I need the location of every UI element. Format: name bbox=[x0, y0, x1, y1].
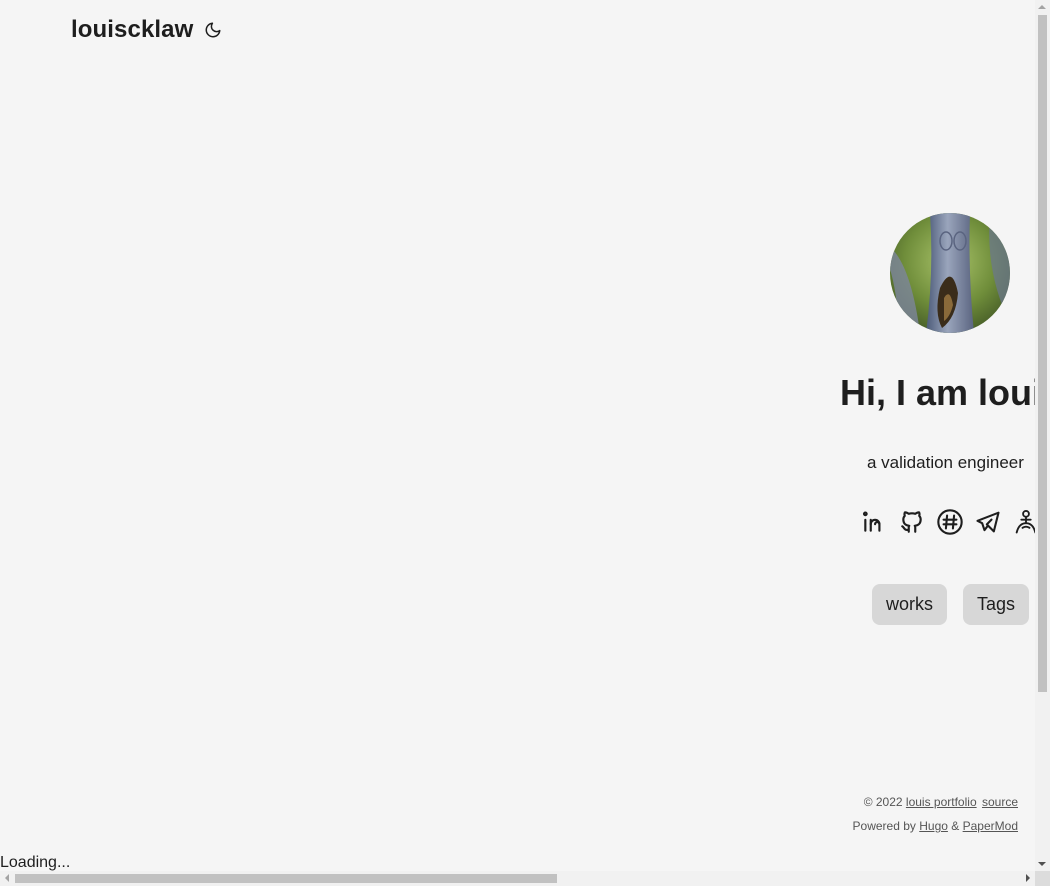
powered-by-text: Powered by bbox=[852, 819, 916, 833]
scrollbar-corner bbox=[1035, 871, 1050, 886]
source-link[interactable]: source bbox=[982, 795, 1018, 809]
linkedin-icon[interactable] bbox=[860, 507, 888, 537]
portfolio-link[interactable]: louis portfolio bbox=[906, 795, 977, 809]
site-footer: © 2022 louis portfolio source Powered by… bbox=[853, 790, 1018, 838]
telegram-icon[interactable] bbox=[974, 507, 1002, 537]
site-header: louiscklaw bbox=[71, 14, 223, 46]
horizontal-scroll-thumb[interactable] bbox=[15, 874, 557, 883]
profile-greeting: Hi, I am loui bbox=[840, 372, 1035, 413]
works-button[interactable]: works bbox=[872, 584, 947, 625]
hugo-link[interactable]: Hugo bbox=[919, 819, 948, 833]
keybase-icon[interactable] bbox=[936, 507, 964, 537]
social-icons bbox=[860, 507, 1035, 537]
ampersand-text: & bbox=[951, 819, 960, 833]
horizontal-scrollbar[interactable] bbox=[0, 871, 1035, 886]
scroll-right-icon[interactable] bbox=[1026, 874, 1030, 882]
scroll-left-icon[interactable] bbox=[5, 874, 9, 882]
profile-subtitle: a validation engineer bbox=[867, 453, 1024, 472]
footer-powered-line: Powered by Hugo & PaperMod bbox=[853, 814, 1018, 838]
papermod-link[interactable]: PaperMod bbox=[963, 819, 1018, 833]
moon-icon[interactable] bbox=[203, 20, 223, 40]
kaggle-icon[interactable] bbox=[1012, 507, 1035, 537]
vertical-scroll-thumb[interactable] bbox=[1038, 15, 1047, 692]
tags-button[interactable]: Tags bbox=[963, 584, 1029, 625]
github-icon[interactable] bbox=[898, 507, 926, 537]
scroll-up-icon[interactable] bbox=[1038, 5, 1046, 9]
loading-text: Loading... bbox=[0, 854, 71, 871]
vertical-scrollbar[interactable] bbox=[1035, 0, 1050, 871]
scroll-down-icon[interactable] bbox=[1038, 862, 1046, 866]
profile-avatar bbox=[890, 213, 1010, 333]
site-logo-link[interactable]: louiscklaw bbox=[71, 16, 193, 44]
footer-copyright-line: © 2022 louis portfolio source bbox=[853, 790, 1018, 814]
page-viewport: louiscklaw Hi, I am loui a validation en… bbox=[0, 0, 1035, 871]
copyright-text: © 2022 bbox=[863, 795, 903, 809]
